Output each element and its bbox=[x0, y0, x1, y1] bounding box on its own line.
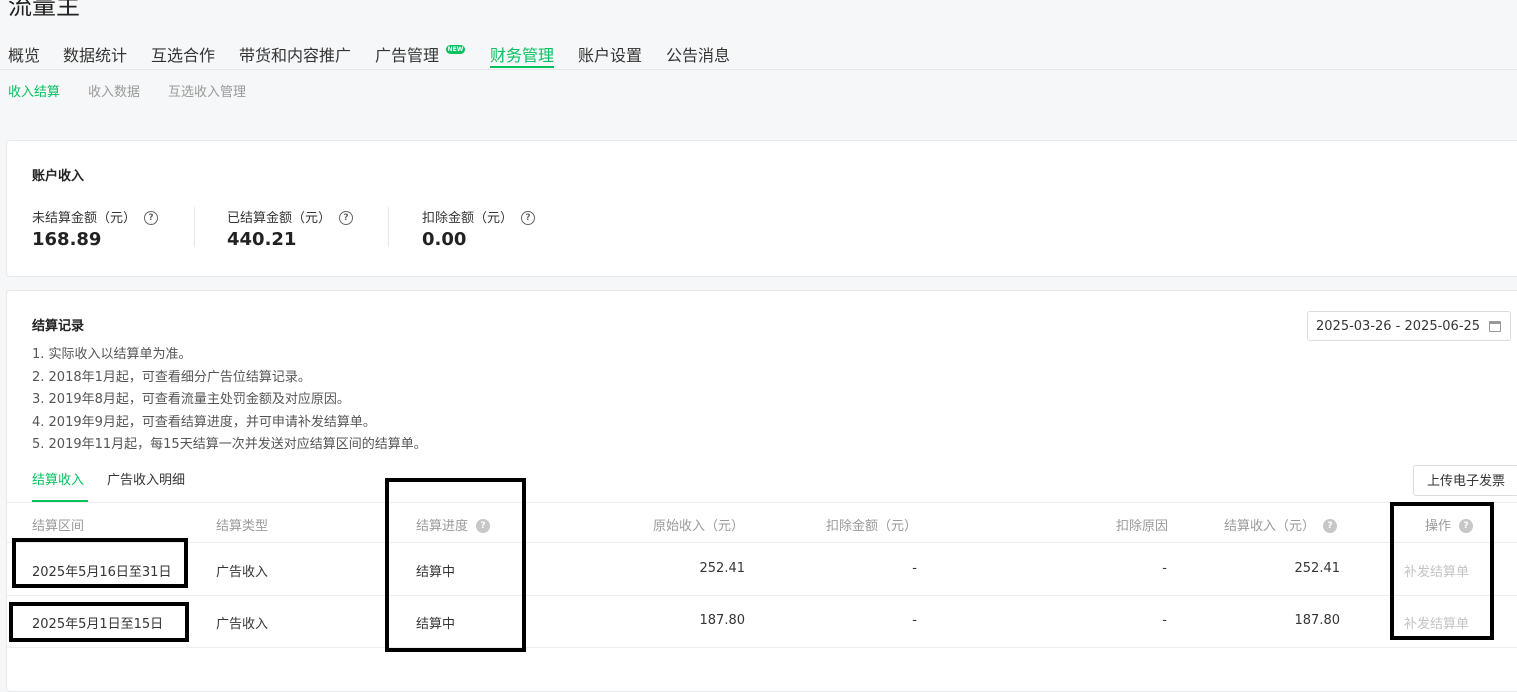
col-header-settled-income: 结算收入（元）? bbox=[1224, 515, 1338, 534]
settled-value: 440.21 bbox=[227, 229, 297, 250]
table-divider bbox=[7, 647, 1517, 648]
row-deduct-amount: - bbox=[912, 613, 917, 628]
table-divider bbox=[7, 502, 1517, 503]
col-header-period: 结算区间 bbox=[32, 519, 85, 534]
unsettled-value: 168.89 bbox=[32, 229, 102, 250]
tab-settled-income[interactable]: 结算收入 bbox=[32, 469, 84, 488]
settlement-notes: 1. 实际收入以结算单为准。 2. 2018年1月起，可查看细分广告位结算记录。… bbox=[32, 344, 427, 457]
note-line: 3. 2019年8月起，可查看流量主处罚金额及对应原因。 bbox=[32, 392, 350, 407]
row-deduct-amount: - bbox=[912, 561, 917, 576]
row-deduct-reason: - bbox=[1162, 561, 1167, 576]
deducted-label: 扣除金额（元）? bbox=[422, 207, 536, 226]
deducted-value: 0.00 bbox=[422, 229, 467, 250]
col-header-type: 结算类型 bbox=[216, 519, 269, 534]
help-icon[interactable]: ? bbox=[1323, 518, 1338, 533]
nav-item-mutual-cooperation[interactable]: 互选合作 bbox=[151, 42, 215, 66]
help-icon[interactable]: ? bbox=[521, 210, 536, 225]
row-settled-income: 252.41 bbox=[1294, 561, 1341, 576]
subnav-item-income-settlement[interactable]: 收入结算 bbox=[8, 81, 60, 100]
nav-active-underline bbox=[490, 66, 554, 68]
stat-divider bbox=[194, 207, 195, 247]
upload-invoice-button[interactable]: 上传电子发票 bbox=[1413, 465, 1517, 496]
note-line: 4. 2019年9月起，可查看结算进度，并可申请补发结算单。 bbox=[32, 414, 376, 430]
row-type: 广告收入 bbox=[216, 617, 269, 632]
col-header-original-income: 原始收入（元） bbox=[653, 519, 745, 534]
nav-item-announcements[interactable]: 公告消息 bbox=[666, 42, 730, 66]
nav-item-account-settings[interactable]: 账户设置 bbox=[578, 42, 642, 66]
table-divider bbox=[7, 595, 1517, 596]
note-line: 1. 实际收入以结算单为准。 bbox=[32, 347, 192, 362]
help-icon[interactable]: ? bbox=[339, 210, 354, 225]
col-header-deduct-reason: 扣除原因 bbox=[1116, 519, 1169, 534]
tab-ad-income-detail[interactable]: 广告收入明细 bbox=[107, 469, 185, 488]
note-line: 2. 2018年1月起，可查看细分广告位结算记录。 bbox=[32, 369, 311, 385]
stat-divider bbox=[388, 207, 389, 247]
highlight-box bbox=[9, 602, 189, 642]
help-icon[interactable]: ? bbox=[144, 210, 159, 225]
table-divider bbox=[7, 542, 1517, 543]
account-income-card: 账户收入 未结算金额（元）? 168.89 已结算金额（元）? 440.21 扣… bbox=[6, 140, 1517, 277]
row-original-income: 187.80 bbox=[699, 613, 746, 628]
date-range-value: 2025-03-26 - 2025-06-25 bbox=[1316, 319, 1481, 334]
highlight-box bbox=[385, 478, 526, 652]
col-header-deduct-amount: 扣除金额（元） bbox=[826, 519, 918, 534]
row-settled-income: 187.80 bbox=[1294, 613, 1341, 628]
nav-item-statistics[interactable]: 数据统计 bbox=[63, 42, 127, 66]
note-line: 5. 2019年11月起，每15天结算一次并发送对应结算区间的结算单。 bbox=[32, 437, 427, 452]
nav-item-overview[interactable]: 概览 bbox=[8, 42, 40, 66]
app-title: 流量主 bbox=[8, 0, 80, 20]
nav-item-ad-management[interactable]: 广告管理 bbox=[375, 42, 439, 66]
records-card-title: 结算记录 bbox=[32, 319, 85, 334]
row-type: 广告收入 bbox=[216, 565, 269, 580]
row-deduct-reason: - bbox=[1162, 613, 1167, 628]
subnav-item-income-data[interactable]: 收入数据 bbox=[88, 81, 140, 100]
nav-item-finance[interactable]: 财务管理 bbox=[490, 42, 554, 66]
income-card-title: 账户收入 bbox=[32, 169, 85, 184]
highlight-box bbox=[1390, 502, 1494, 640]
settled-label: 已结算金额（元）? bbox=[227, 207, 354, 226]
nav-item-content-promotion[interactable]: 带货和内容推广 bbox=[239, 42, 351, 66]
new-badge: NEW bbox=[446, 45, 465, 54]
unsettled-label: 未结算金额（元）? bbox=[32, 207, 159, 226]
date-range-picker[interactable]: 2025-03-26 - 2025-06-25 bbox=[1307, 311, 1511, 341]
main-nav bbox=[0, 38, 1517, 70]
calendar-icon bbox=[1489, 321, 1501, 332]
settlement-records-card: 结算记录 2025-03-26 - 2025-06-25 1. 实际收入以结算单… bbox=[6, 290, 1517, 692]
highlight-box bbox=[12, 538, 188, 588]
subnav-item-mutual-income[interactable]: 互选收入管理 bbox=[168, 81, 246, 100]
row-original-income: 252.41 bbox=[699, 561, 746, 576]
